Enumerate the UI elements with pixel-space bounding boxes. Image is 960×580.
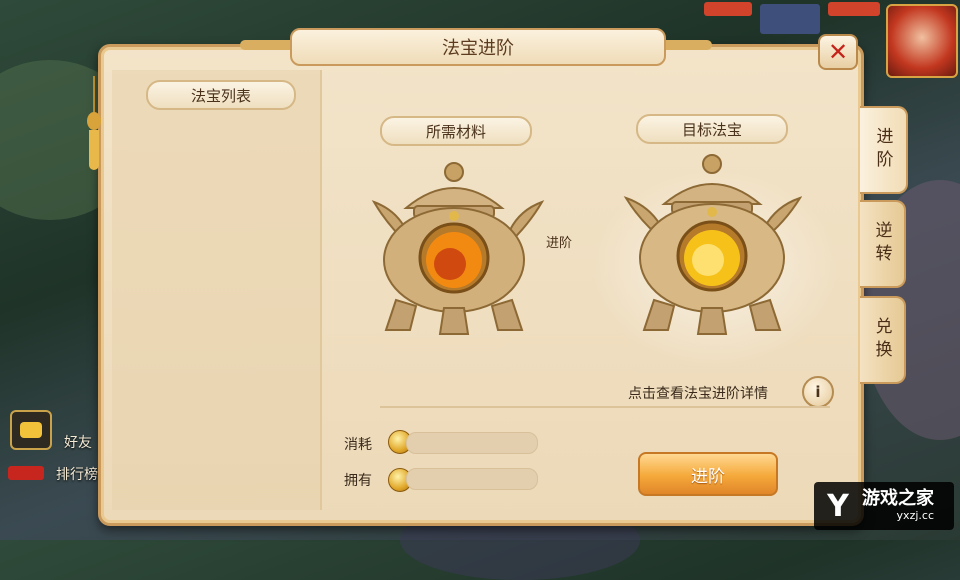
material-treasure[interactable] [366,150,546,340]
friend-label[interactable]: 好友 [64,432,92,452]
advance-button[interactable]: 进阶 [638,452,778,496]
tab-reverse[interactable]: 逆转 [860,200,906,288]
notification-tag [8,466,44,480]
close-button[interactable]: ✕ [818,34,858,70]
treasure-list-header: 法宝列表 [146,80,296,110]
tassel-icon [86,76,102,172]
target-treasure[interactable] [622,150,802,340]
tab-exchange[interactable]: 兑换 [860,296,906,384]
treasure-list[interactable] [112,70,322,510]
title-bar: 法宝进阶 [290,28,666,66]
info-icon[interactable]: i [802,376,834,408]
target-header: 目标法宝 [636,114,788,144]
section-divider [380,406,830,408]
advance-arrow-label: 进阶 [546,236,573,251]
watermark-url: yxzj.cc [896,509,934,522]
page-title: 法宝进阶 [442,38,514,59]
consume-label: 消耗 [344,437,372,453]
advance-details-link[interactable]: 点击查看法宝进阶详情 [628,383,768,403]
own-label: 拥有 [344,473,372,489]
close-icon: ✕ [827,38,849,66]
site-watermark: Y 游戏之家 yxzj.cc [814,482,954,530]
chat-button[interactable] [10,410,52,450]
own-amount-bar [406,468,538,490]
player-avatar[interactable] [886,4,958,78]
watermark-logo: Y [827,488,849,524]
materials-header: 所需材料 [380,116,532,146]
watermark-name: 游戏之家 [862,488,934,509]
chat-icon [20,422,42,438]
consume-amount-bar [406,432,538,454]
rank-label[interactable]: 排行榜 [56,464,98,484]
tab-advance[interactable]: 进阶 [860,106,908,194]
